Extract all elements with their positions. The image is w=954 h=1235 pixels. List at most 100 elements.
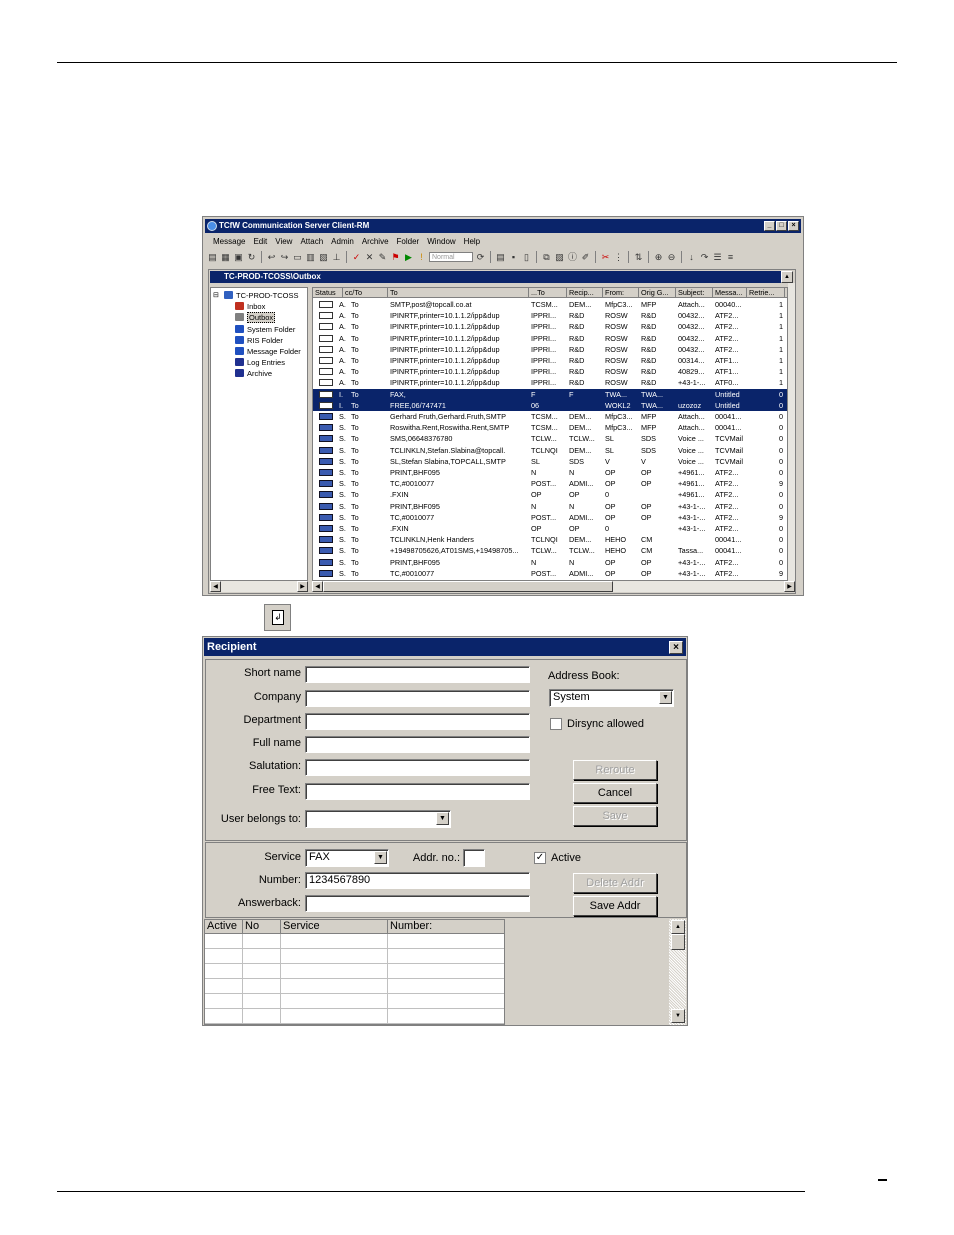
outbox-titlebar[interactable]: TC-PROD-TCOSS\Outbox	[210, 271, 781, 283]
grid-vertical-scrollbar[interactable]	[788, 283, 795, 581]
recipient-toolbar-icon[interactable]: ↲	[264, 604, 291, 631]
table-row[interactable]: S. To TCLINKLN,Stefan.Slabina@topcall. TCLN…	[313, 445, 787, 456]
cut-icon[interactable]: ✂	[600, 252, 611, 263]
check-icon[interactable]: ✓	[351, 252, 362, 263]
menu-edit[interactable]: Edit	[253, 235, 267, 248]
menu-archive[interactable]: Archive	[362, 235, 389, 248]
column-header[interactable]: cc/To	[343, 288, 388, 298]
recipient-dialog-titlebar[interactable]: Recipient ×	[204, 638, 686, 656]
table-row[interactable]	[205, 949, 504, 964]
details-icon[interactable]: ≡	[725, 252, 736, 263]
reply-icon[interactable]: ↩	[266, 252, 277, 263]
menu-attach[interactable]: Attach	[300, 235, 323, 248]
save-icon[interactable]: ▪	[508, 252, 519, 263]
page-icon[interactable]: ▯	[521, 252, 532, 263]
down-arrow-icon[interactable]: ↓	[686, 252, 697, 263]
chevron-down-icon[interactable]: ▼	[659, 691, 672, 704]
col-number[interactable]: Number:	[388, 920, 504, 934]
grid-horizontal-scrollbar[interactable]: ◀ ▶	[312, 581, 795, 592]
minimize-button[interactable]: _	[764, 221, 775, 231]
number-input[interactable]: 1234567890	[305, 872, 530, 889]
cancel-button[interactable]: Cancel	[573, 783, 657, 803]
edit-icon[interactable]: ✎	[377, 252, 388, 263]
tree-item[interactable]: TC-PROD-TCOSS	[224, 291, 299, 301]
printer-icon[interactable]: ▤	[495, 252, 506, 263]
stamp-icon[interactable]: ⊥	[331, 252, 342, 263]
table-row[interactable]: S. To SMS,06648376780 TCLW... TCLW... SL SDS Vo…	[313, 433, 787, 444]
column-header[interactable]: To	[388, 288, 529, 298]
table-row[interactable]	[205, 1009, 504, 1024]
column-header[interactable]: Recip...	[567, 288, 603, 298]
table-row[interactable]: S. To Roswitha.Rent,Roswitha.Rent,SMTP TCSM…	[313, 422, 787, 433]
new-message-icon[interactable]: ▤	[207, 252, 218, 263]
address-table-scrollbar[interactable]: ▲ ▼	[669, 919, 686, 1025]
table-row[interactable]	[205, 964, 504, 979]
table-row[interactable]: A. To IPINRTF,printer=10.1.1.2/ipp&dup IPPR…	[313, 321, 787, 332]
play-icon[interactable]: ▶	[403, 252, 414, 263]
free-text-input[interactable]	[305, 783, 530, 800]
table-row[interactable]: S. To TC,#0010077 POST... ADMI... OP OP +4961..…	[313, 478, 787, 489]
mark-icon[interactable]: ⋮	[613, 252, 624, 263]
table-row[interactable]: S. To TC,#0010077 POST... ADMI... OP OP +43-1-.…	[313, 568, 787, 579]
table-row[interactable]	[205, 934, 504, 949]
maximize-button[interactable]: □	[776, 221, 787, 231]
user-belongs-combo[interactable]: ▼	[305, 810, 451, 828]
table-row[interactable]: S.ToPRINT,BHF095NNOPOP+43-1-...ATF2...00…	[313, 557, 787, 568]
delete-icon[interactable]: ✕	[364, 252, 375, 263]
reroute-button[interactable]: Reroute	[573, 760, 657, 780]
archive-icon[interactable]: ▥	[305, 252, 316, 263]
menu-view[interactable]: View	[275, 235, 292, 248]
table-row[interactable]: I. To FREE,06/747471 06 WOKL2 TWA... uzozoz Unt…	[313, 399, 787, 411]
table-row[interactable]: A. To SMTP,post@topcall.co.at TCSM... DEM...…	[313, 299, 787, 310]
table-row[interactable]: S. To TCLINKLN,Henk Handers TCLNQI DEM... HEH…	[313, 534, 787, 545]
addr-no-input[interactable]	[463, 849, 485, 867]
table-row[interactable]: A. To IPINRTF,printer=10.1.1.2/ipp&dup IPPR…	[313, 310, 787, 321]
forward-icon[interactable]: ↪	[279, 252, 290, 263]
service-combo[interactable]: FAX ▼	[305, 849, 389, 867]
tree-horizontal-scrollbar[interactable]: ◀ ▶	[210, 581, 308, 592]
menu-admin[interactable]: Admin	[331, 235, 354, 248]
table-row[interactable]: S.ToPRINT,BHF095NNOPOP+4961...ATF2...00:	[313, 467, 787, 478]
sort-icon[interactable]: ⇅	[633, 252, 644, 263]
save-addr-button[interactable]: Save Addr	[573, 896, 657, 916]
scroll-up-icon[interactable]: ▲	[671, 920, 685, 934]
column-header[interactable]: Orig G...	[639, 288, 676, 298]
tree-item[interactable]: Inbox	[235, 302, 265, 312]
tree-item[interactable]: Message Folder	[235, 347, 301, 357]
scroll-down-icon[interactable]: ▼	[671, 1009, 685, 1023]
col-active[interactable]: Active	[205, 920, 243, 934]
col-no[interactable]: No	[243, 920, 281, 934]
table-row[interactable]: A. To IPINRTF,printer=10.1.1.2/ipp&dup IPPR…	[313, 355, 787, 366]
paste-icon[interactable]: ▨	[554, 252, 565, 263]
new-folder-icon[interactable]: ▦	[220, 252, 231, 263]
chevron-down-icon[interactable]: ▼	[374, 851, 387, 864]
salutation-input[interactable]	[305, 759, 530, 776]
table-row[interactable]	[205, 994, 504, 1009]
priority-combo[interactable]: Normal	[429, 252, 473, 262]
note-icon[interactable]: ✐	[580, 252, 591, 263]
delete-addr-button[interactable]: Delete Addr	[573, 873, 657, 893]
table-row[interactable]: A. To IPINRTF,printer=10.1.1.2/ipp&dup IPPR…	[313, 377, 787, 388]
table-row[interactable]: S. To Gerhard Fruth,Gerhard.Fruth,SMTP TCSM…	[313, 411, 787, 422]
table-row[interactable]: S.To.FXINOPOP0+4961...ATF2...00:	[313, 489, 787, 500]
address-book-combo[interactable]: System ▼	[549, 689, 674, 707]
refresh-icon[interactable]: ↻	[246, 252, 257, 263]
table-row[interactable]: A. To IPINRTF,printer=10.1.1.2/ipp&dup IPPR…	[313, 344, 787, 355]
department-input[interactable]	[305, 713, 530, 730]
copy-icon[interactable]: ⧉	[541, 252, 552, 263]
reload-icon[interactable]: ⟳	[475, 252, 486, 263]
save-button[interactable]: Save	[573, 806, 657, 826]
print-icon[interactable]: ▧	[318, 252, 329, 263]
table-row[interactable]	[205, 979, 504, 994]
menu-window[interactable]: Window	[427, 235, 455, 248]
menu-folder[interactable]: Folder	[397, 235, 420, 248]
tree-item[interactable]: System Folder	[235, 324, 295, 335]
dialog-close-button[interactable]: ×	[669, 641, 683, 654]
short-name-input[interactable]	[305, 666, 530, 683]
table-row[interactable]: A. To IPINRTF,printer=10.1.1.2/ipp&dup IPPR…	[313, 333, 787, 344]
menu-help[interactable]: Help	[464, 235, 480, 248]
table-row[interactable]: S. To SL,Stefan Slabina,TOPCALL,SMTP SL SDS V…	[313, 456, 787, 467]
redo-icon[interactable]: ↷	[699, 252, 710, 263]
col-service[interactable]: Service	[281, 920, 388, 934]
table-row[interactable]: I.ToFAX,FFTWA...TWA...Untitled00:	[313, 388, 787, 400]
